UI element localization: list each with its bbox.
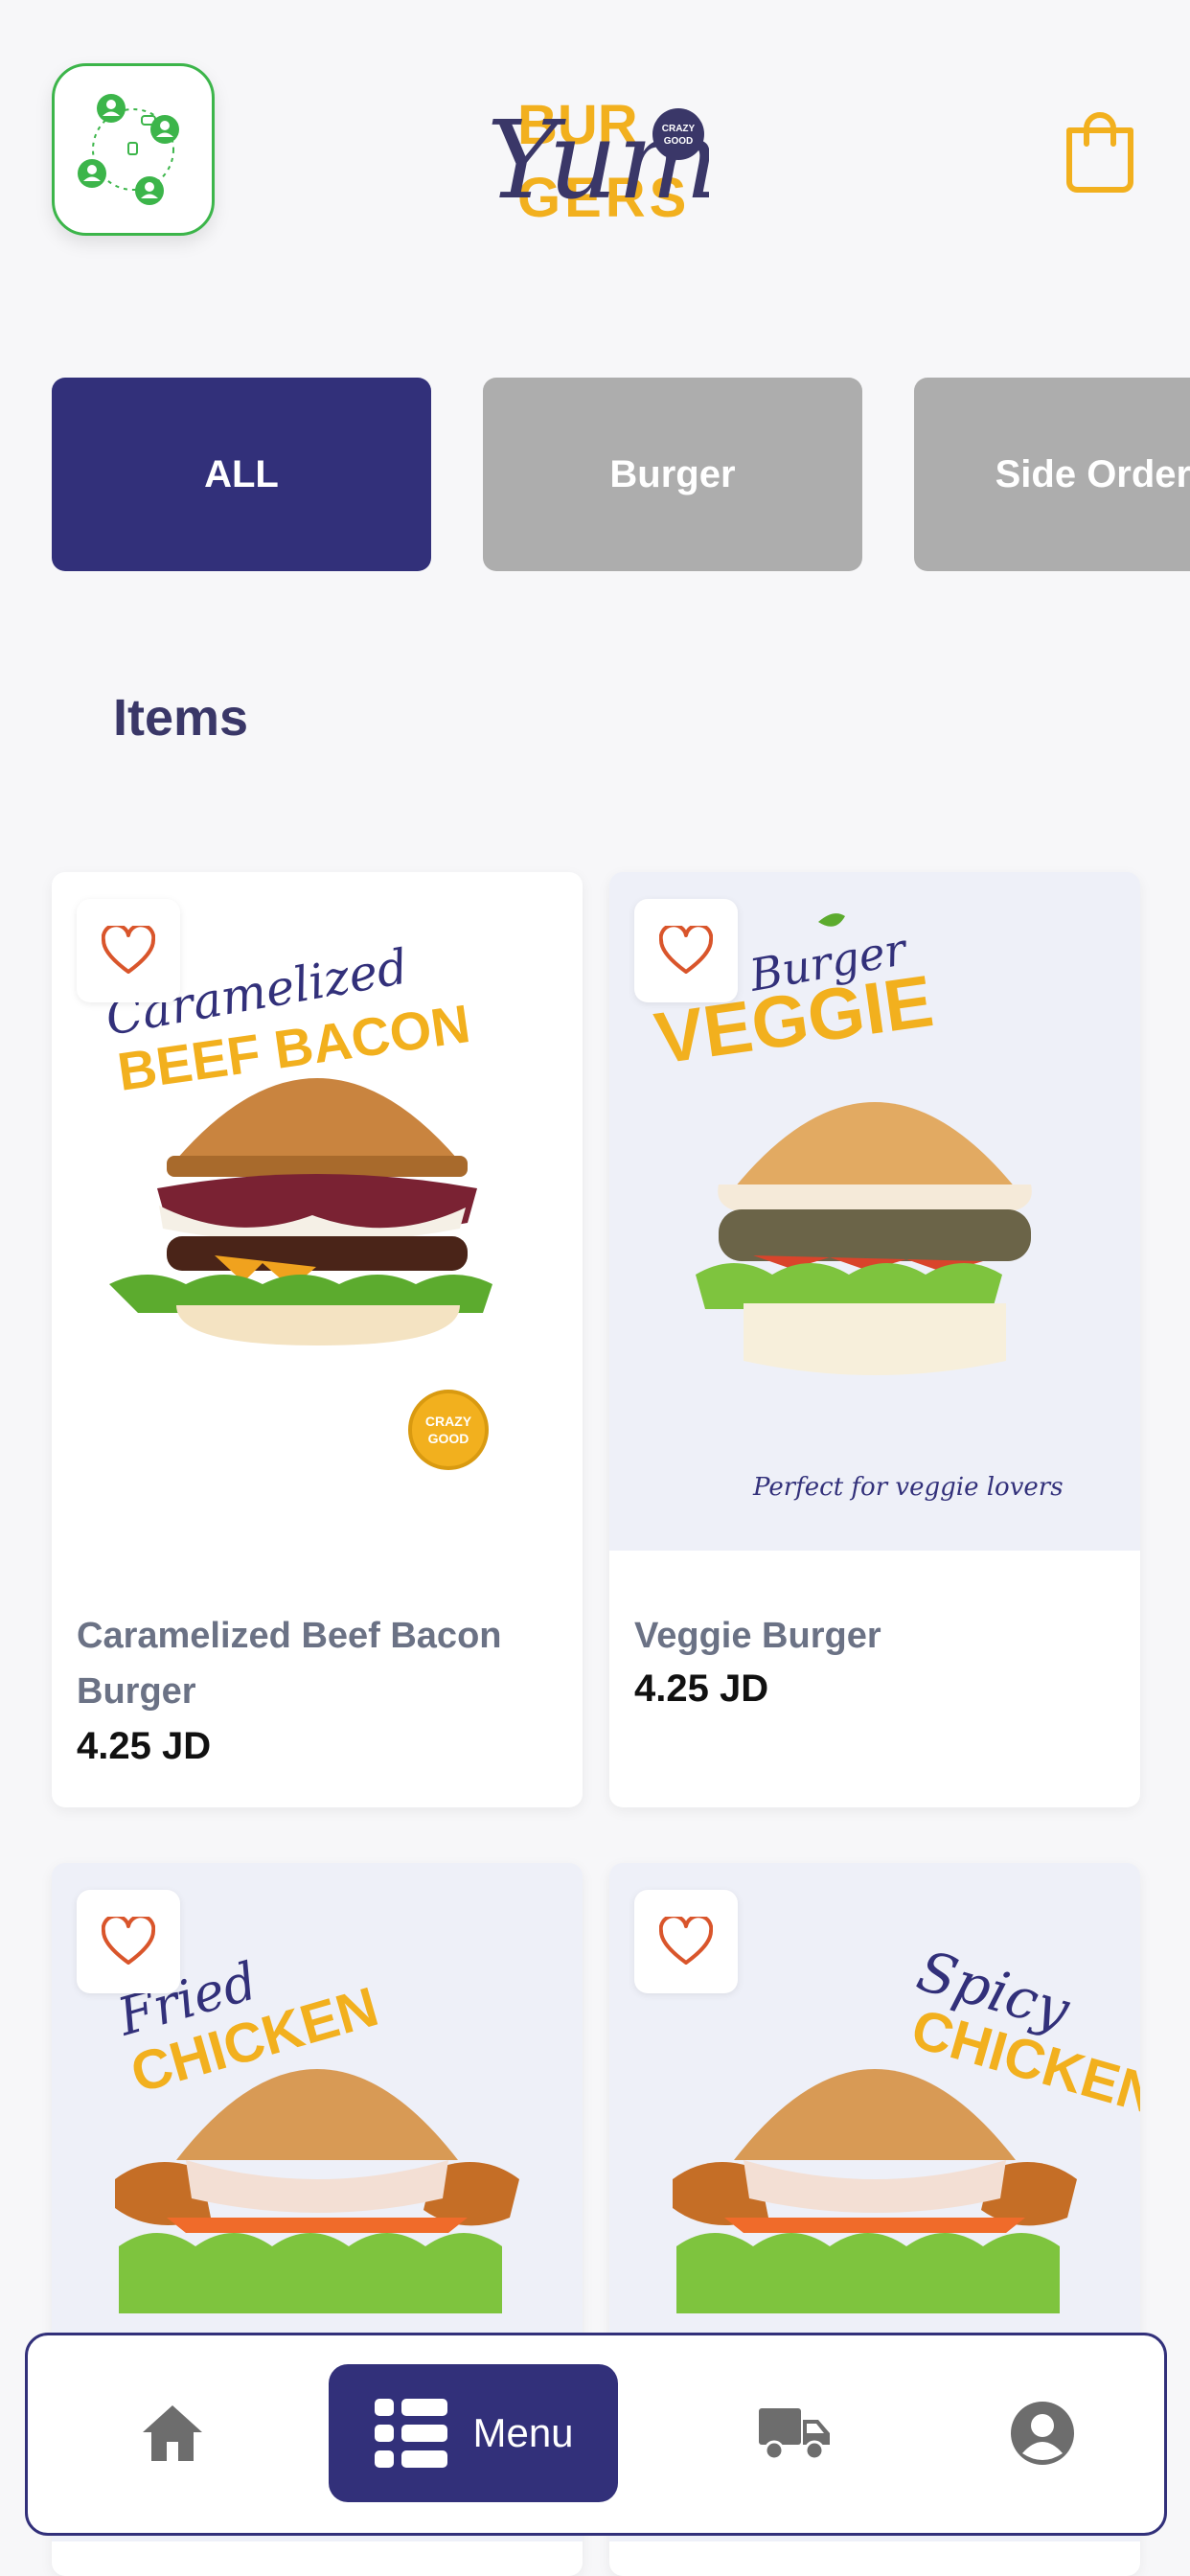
favorite-button[interactable] [634,899,738,1002]
user-profile-icon [1011,2402,1074,2465]
tab-label: Side Orders [995,452,1190,495]
product-price: 4.25 JD [77,1725,212,1767]
tab-label: Burger [609,452,736,495]
crazy-good-badge [408,1390,489,1470]
heart-icon [659,926,713,974]
bottom-navigation: Menu [25,2333,1167,2536]
home-icon [143,2405,202,2461]
svg-text:GOOD: GOOD [664,136,694,147]
delivery-truck-icon [759,2408,830,2461]
nav-menu[interactable]: Menu [329,2364,618,2502]
svg-text:CRAZY: CRAZY [662,124,696,134]
tab-all[interactable]: ALL [52,378,431,571]
section-title: Items [113,689,249,747]
cart-button[interactable] [1062,105,1138,194]
favorite-button[interactable] [634,1890,738,1993]
image-tagline-text: Perfect for veggie lovers [752,1473,1064,1502]
heart-icon [659,1917,713,1965]
menu-list-icon [375,2399,448,2468]
nav-profile[interactable] [961,2364,1124,2502]
svg-text:CRAZY: CRAZY [425,1414,472,1429]
svg-text:GOOD: GOOD [428,1431,469,1446]
tab-side-orders[interactable]: Side Orders [914,378,1190,571]
brand-logo: BUR GERS Yum CRAZY GOOD [479,63,720,236]
product-name: Caramelized Beef Bacon Burger [77,1616,502,1712]
tab-label: ALL [204,452,279,495]
category-tabs: ALL Burger Side Orders [52,378,1190,573]
heart-icon [102,1917,155,1965]
social-button[interactable] [52,63,215,236]
nav-menu-label: Menu [472,2410,574,2455]
nav-home[interactable] [91,2364,254,2502]
favorite-button[interactable] [77,1890,180,1993]
product-price: 4.25 JD [634,1668,769,1710]
heart-icon [102,926,155,974]
shopping-bag-icon [1066,112,1133,193]
tab-burger[interactable]: Burger [483,378,862,571]
people-network-icon [78,94,179,205]
product-card[interactable]: Burger VEGGIE Perfect for veggie lovers … [609,872,1140,1807]
favorite-button[interactable] [77,899,180,1002]
logo-badge [652,108,704,160]
product-name: Veggie Burger [634,1616,881,1656]
product-card[interactable]: Caramelized BEEF BACON CRAZY GOOD Carame… [52,872,583,1807]
nav-delivery[interactable] [714,2364,877,2502]
app-header: BUR GERS Yum CRAZY GOOD [0,0,1190,316]
